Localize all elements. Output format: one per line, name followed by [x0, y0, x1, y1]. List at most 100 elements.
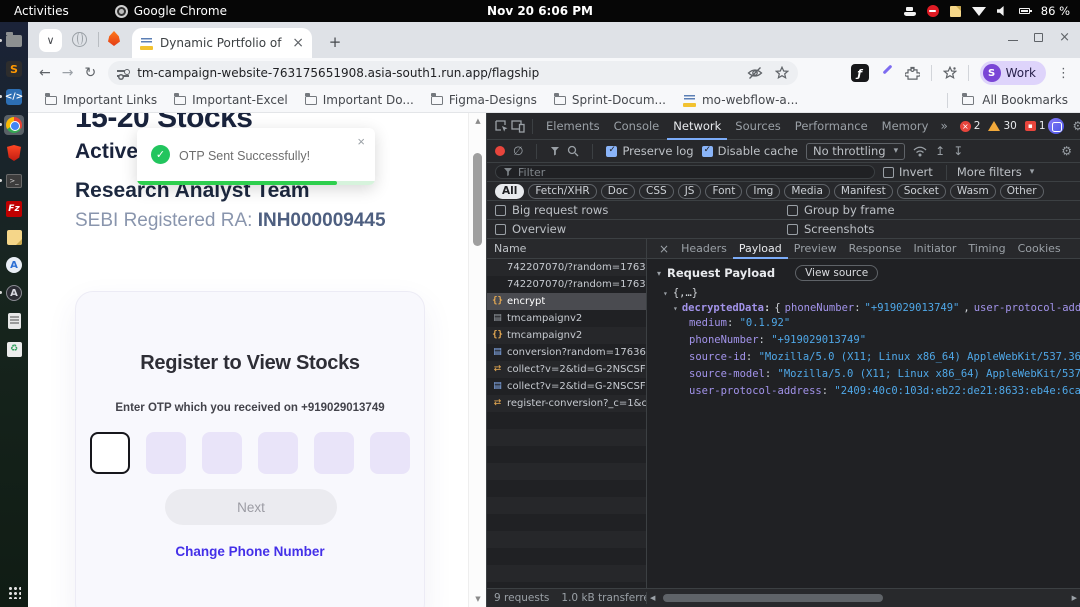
scroll-right-arrow[interactable]: ▶ [1072, 594, 1077, 602]
disable-cache-checkbox[interactable] [701, 145, 713, 157]
change-phone-link[interactable]: Change Phone Number [76, 544, 424, 559]
detail-tab-payload[interactable]: Payload [733, 239, 788, 259]
back-button[interactable]: ← [39, 65, 51, 81]
eye-off-icon[interactable] [747, 66, 763, 80]
payload-entry[interactable]: source-model"Mozilla/5.0 (X11; Linux x86… [647, 366, 1080, 383]
chip-manifest[interactable]: Manifest [833, 183, 893, 199]
payload-entry[interactable]: user-protocol-address"2409:40c0:103d:eb2… [647, 383, 1080, 400]
payload-entry[interactable]: source-id"Mozilla/5.0 (X11; Linux x86_64… [647, 349, 1080, 366]
system-tray[interactable]: 86 % [903, 4, 1070, 18]
bookmark-folder-important-links[interactable]: Important Links [45, 93, 157, 107]
dock-item-filezilla[interactable]: Fz [4, 199, 24, 219]
chip-all[interactable]: All [495, 183, 525, 199]
filter-funnel-icon[interactable] [550, 146, 560, 156]
otp-input-3[interactable] [202, 432, 242, 474]
scroll-up-arrow[interactable]: ▲ [469, 117, 487, 125]
reload-button[interactable]: ↻ [84, 65, 96, 81]
bookmark-folder-important-excel[interactable]: Important-Excel [174, 93, 288, 107]
more-filters-button[interactable]: More filters [957, 165, 1022, 179]
detail-tab-initiator[interactable]: Initiator [907, 239, 962, 259]
record-network-log-button[interactable] [495, 146, 505, 156]
horizontal-scrollbar[interactable]: ◀ ▶ [647, 589, 1080, 607]
detail-tab-preview[interactable]: Preview [788, 239, 843, 259]
close-window-button[interactable]: × [1059, 31, 1070, 44]
inspect-element-icon[interactable] [495, 119, 509, 133]
preserve-log-checkbox[interactable] [606, 145, 618, 157]
network-settings-icon[interactable]: ⚙ [1061, 145, 1072, 157]
scrollbar-thumb[interactable] [473, 153, 482, 246]
detail-tab-timing[interactable]: Timing [962, 239, 1011, 259]
search-icon[interactable] [567, 145, 579, 157]
devtools-settings-icon[interactable]: ⚙ [1073, 120, 1080, 132]
payload-root-node[interactable]: ▾ {,…} [647, 285, 1080, 301]
scroll-left-arrow[interactable]: ◀ [650, 594, 655, 602]
dock-item-sublime[interactable]: S [4, 59, 24, 79]
chip-css[interactable]: CSS [639, 183, 674, 199]
minimize-button[interactable] [1008, 39, 1019, 42]
detail-tab-headers[interactable]: Headers [675, 239, 733, 259]
bookmark-star-icon[interactable] [775, 66, 790, 80]
request-row[interactable]: ▤conversion?random=1763642... [487, 344, 646, 361]
focused-app-menu[interactable]: Google Chrome [114, 4, 227, 18]
dock-item-brave[interactable] [4, 143, 24, 163]
otp-input-5[interactable] [314, 432, 354, 474]
chip-other[interactable]: Other [999, 183, 1044, 199]
activities-button[interactable]: Activities [14, 4, 69, 18]
url-text[interactable]: tm-campaign-website-763175651908.asia-so… [137, 66, 739, 80]
chip-img[interactable]: Img [746, 183, 781, 199]
dock-item-notes[interactable] [4, 227, 24, 247]
active-tab[interactable]: Dynamic Portfolio of 15- × [132, 28, 312, 58]
dock-item-terminal[interactable]: >_ [0, 171, 24, 191]
all-bookmarks[interactable]: All Bookmarks [947, 92, 1068, 108]
tab-network[interactable]: Network [667, 113, 727, 140]
new-tab-button[interactable]: + [324, 31, 346, 53]
browser-menu-button[interactable]: ⋮ [1057, 66, 1070, 81]
pinned-tab-globe-icon[interactable] [72, 32, 87, 47]
requests-name-header[interactable]: Name [487, 239, 646, 259]
tab-elements[interactable]: Elements [540, 113, 606, 140]
pen-extension-icon[interactable] [880, 66, 894, 80]
chip-fetch-xhr[interactable]: Fetch/XHR [528, 183, 597, 199]
screenshots-checkbox[interactable] [787, 223, 798, 235]
request-row[interactable]: ▤ tmcampaignv2 [487, 310, 646, 327]
dock-item-vscode[interactable]: </> [0, 87, 24, 107]
tab-console[interactable]: Console [608, 113, 666, 140]
site-settings-icon[interactable] [117, 68, 131, 78]
bookmark-folder-figma-designs[interactable]: Figma-Designs [430, 93, 537, 107]
request-row-selected[interactable]: {} encrypt [487, 293, 646, 310]
toast-close-button[interactable]: × [357, 134, 365, 149]
decrypted-data-node[interactable]: ▾ decryptedData{phoneNumber"+91902901374… [647, 301, 1080, 315]
otp-input-1[interactable] [90, 432, 130, 474]
detail-tab-cookies[interactable]: Cookies [1012, 239, 1067, 259]
import-har-icon[interactable]: ↥ [935, 145, 945, 157]
chip-socket[interactable]: Socket [896, 183, 946, 199]
tab-close-button[interactable]: × [292, 36, 304, 50]
extensions-puzzle-icon[interactable] [904, 66, 920, 81]
fx-extension-icon[interactable]: ƒ [850, 64, 869, 82]
payload-entry[interactable]: medium"0.1.92" [647, 315, 1080, 332]
request-row[interactable]: ⇄register-conversion?_c=1&cid... [487, 395, 646, 412]
dock-item-document[interactable] [4, 311, 24, 331]
scroll-down-arrow[interactable]: ▼ [469, 595, 487, 603]
clear-network-log-icon[interactable]: ∅ [513, 144, 523, 158]
tab-search-button[interactable]: ∨ [39, 29, 62, 52]
maximize-button[interactable] [1034, 33, 1044, 42]
recorder-extension-icon[interactable] [1047, 118, 1064, 134]
otp-input-4[interactable] [258, 432, 298, 474]
network-conditions-icon[interactable] [913, 146, 927, 157]
dock-item-chrome[interactable] [0, 115, 24, 135]
bookmark-folder-important-do[interactable]: Important Do... [304, 93, 414, 107]
dock-item-software[interactable]: ♻ [4, 339, 24, 359]
scrollbar-thumb[interactable] [663, 594, 883, 602]
request-row[interactable]: 742207070/?random=176364... [487, 276, 646, 293]
issues-badge[interactable]: ▪ 1 [1024, 120, 1046, 132]
warning-badge[interactable]: 30 [988, 120, 1017, 132]
request-payload-section[interactable]: ▾ Request Payload View source [647, 259, 1080, 285]
request-row[interactable]: {} tmcampaignv2 [487, 327, 646, 344]
forward-button[interactable]: → [62, 65, 74, 81]
view-source-button[interactable]: View source [795, 265, 879, 281]
device-toolbar-icon[interactable] [511, 119, 525, 133]
chip-media[interactable]: Media [784, 183, 830, 199]
invert-checkbox[interactable] [883, 166, 894, 178]
group-by-frame-checkbox[interactable] [787, 204, 798, 216]
